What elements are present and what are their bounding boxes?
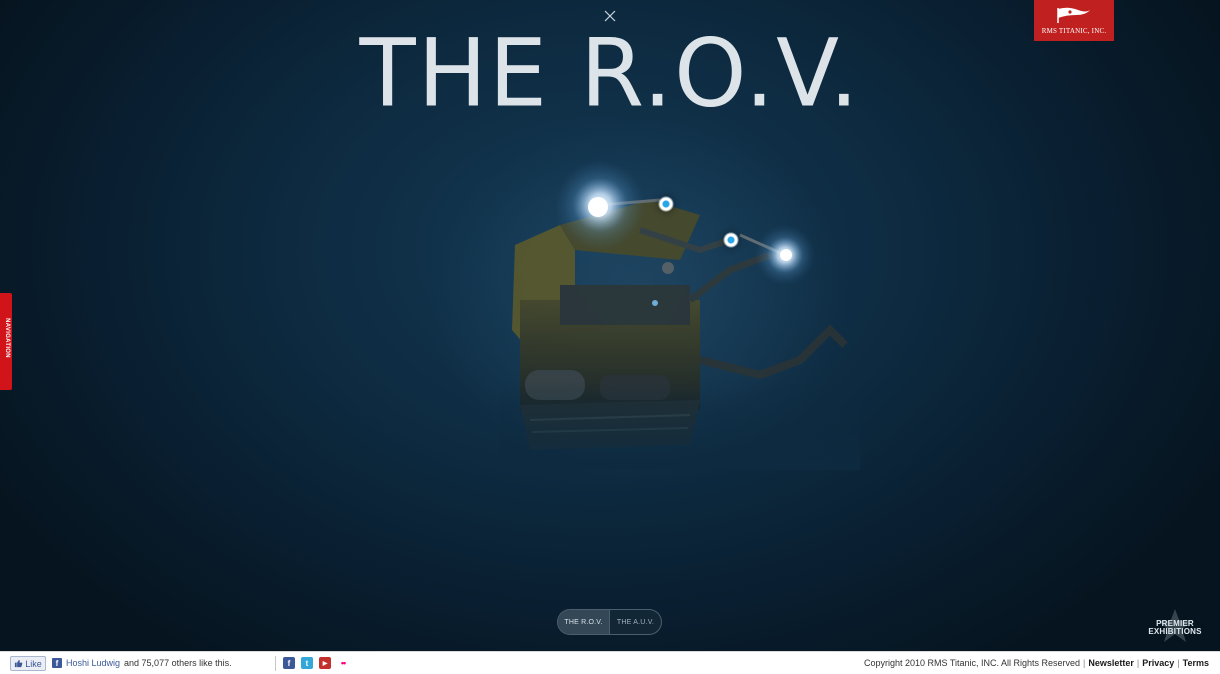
social-links: f t ▶ •• [283,657,349,669]
like-rest-text: and 75,077 others like this. [124,658,232,668]
page-title: THE R.O.V. [359,18,861,129]
vehicle-switcher: THE R.O.V. THE A.U.V. [557,609,662,635]
hotspot-2[interactable] [723,232,739,248]
navigation-tab[interactable]: NAVIGATION [0,293,12,390]
switch-rov[interactable]: THE R.O.V. [558,610,609,634]
brand-name: RMS TITANIC, INC. [1041,27,1107,35]
footer-divider [275,656,276,671]
facebook-icon[interactable]: f [283,657,295,669]
hotspot-1[interactable] [658,196,674,212]
footer: Like f Hoshi Ludwig and 75,077 others li… [0,651,1220,674]
premier-line2: EXHIBITIONS [1148,627,1202,636]
rms-titanic-logo[interactable]: RMS TITANIC, INC. [1034,0,1114,41]
flickr-icon[interactable]: •• [337,657,349,669]
twitter-icon[interactable]: t [301,657,313,669]
underwater-scene: THE R.O.V. RMS TITANIC, INC. NAVIGATION … [0,0,1220,651]
premier-exhibitions-logo[interactable]: PREMIER EXHIBITIONS [1140,608,1210,644]
like-button[interactable]: Like [10,656,46,671]
privacy-link[interactable]: Privacy [1142,658,1174,668]
thumbs-up-icon [15,659,23,668]
facebook-small-icon: f [52,658,62,668]
copyright-text: Copyright 2010 RMS Titanic, INC. All Rig… [863,658,1081,668]
terms-link[interactable]: Terms [1183,658,1209,668]
legal-links: Copyright 2010 RMS Titanic, INC. All Rig… [863,658,1209,668]
pennant-flag-icon [1057,7,1090,23]
navigation-tab-label: NAVIGATION [4,318,10,358]
like-user-link[interactable]: Hoshi Ludwig [66,658,120,668]
newsletter-link[interactable]: Newsletter [1088,658,1134,668]
like-label: Like [25,658,42,669]
switch-auv[interactable]: THE A.U.V. [610,610,661,634]
youtube-icon[interactable]: ▶ [319,657,331,669]
like-summary: f Hoshi Ludwig and 75,077 others like th… [52,658,232,668]
